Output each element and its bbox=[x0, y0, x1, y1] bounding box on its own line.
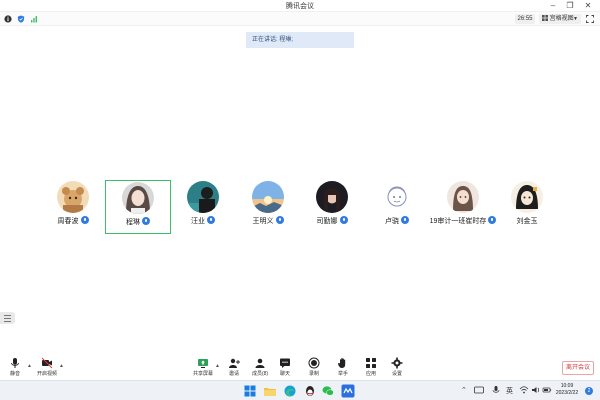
wechat-icon[interactable] bbox=[321, 384, 335, 398]
mic-on-icon bbox=[275, 216, 284, 224]
mic-on-icon bbox=[80, 216, 89, 224]
chevron-down-icon: ▼ bbox=[573, 16, 578, 22]
mute-button[interactable]: 静音 bbox=[0, 357, 30, 379]
speaking-indicator: 正在讲话: 程琳; bbox=[246, 32, 354, 48]
view-mode-dropdown[interactable]: 宫格视图 ▼ bbox=[539, 14, 581, 24]
add-user-icon bbox=[229, 358, 240, 368]
meeting-info-bar: 26:55 宫格视图 ▼ bbox=[0, 12, 600, 26]
info-icon[interactable] bbox=[4, 15, 12, 23]
share-screen-button[interactable]: 共享屏幕 bbox=[188, 357, 218, 379]
avatar bbox=[381, 181, 413, 213]
participant-tile[interactable]: 王明义 bbox=[236, 180, 300, 234]
volume-icon[interactable] bbox=[531, 385, 541, 395]
avatar bbox=[511, 181, 543, 213]
gear-icon bbox=[391, 357, 403, 369]
system-clock[interactable]: 10:09 2023/2/22 bbox=[552, 383, 582, 397]
participant-name: 汪业 bbox=[191, 218, 205, 225]
microphone-icon bbox=[11, 358, 19, 368]
close-button[interactable]: ✕ bbox=[582, 1, 594, 11]
wifi-icon[interactable] bbox=[519, 385, 529, 395]
view-mode-label: 宫格视图 bbox=[549, 16, 574, 22]
participant-tile[interactable]: 19审计一班崔时存 bbox=[427, 180, 499, 234]
participant-name: 程琳 bbox=[126, 219, 140, 226]
participant-tile-active-speaker[interactable]: 程琳 bbox=[105, 180, 171, 234]
taskbar: ⌃ 英 10:09 2023/2/22 2 bbox=[0, 380, 600, 400]
qq-icon[interactable] bbox=[303, 384, 317, 398]
microphone-tray-icon[interactable] bbox=[491, 385, 501, 395]
avatar bbox=[316, 181, 348, 213]
avatar bbox=[122, 182, 154, 214]
mic-on-icon bbox=[339, 216, 348, 224]
participant-tile[interactable]: 汪业 bbox=[171, 180, 235, 234]
participant-name: 19审计一班崔时存 bbox=[429, 218, 487, 225]
video-off-icon bbox=[41, 357, 53, 369]
members-icon bbox=[255, 358, 265, 368]
meeting-window: 腾讯会议 – ❐ ✕ 26:55 宫格视图 ▼ 正在讲话: 程琳; 周春波 程琳… bbox=[0, 0, 600, 400]
participant-tile[interactable]: 司勤娜 bbox=[300, 180, 364, 234]
meeting-timer: 26:55 bbox=[515, 14, 535, 24]
participant-name: 刘金玉 bbox=[516, 218, 538, 225]
chat-icon bbox=[280, 358, 290, 368]
notification-badge[interactable]: 2 bbox=[585, 387, 593, 395]
settings-button[interactable]: 设置 bbox=[382, 357, 412, 379]
keyboard-icon[interactable] bbox=[474, 385, 484, 395]
mic-on-icon bbox=[142, 217, 150, 225]
tray-overflow-chevron-icon[interactable]: ⌃ bbox=[461, 386, 467, 394]
avatar bbox=[187, 181, 219, 213]
edge-browser-icon[interactable] bbox=[283, 384, 297, 398]
maximize-button[interactable]: ❐ bbox=[564, 1, 576, 11]
grid-view-icon bbox=[542, 15, 548, 21]
start-video-button[interactable]: 开启视频 bbox=[32, 357, 62, 379]
window-title: 腾讯会议 bbox=[286, 3, 314, 10]
mic-on-icon bbox=[401, 216, 409, 224]
title-bar: 腾讯会议 – ❐ ✕ bbox=[0, 0, 600, 12]
avatar bbox=[57, 181, 89, 213]
leave-meeting-button[interactable]: 离开会议 bbox=[562, 361, 594, 375]
chat-panel-toggle[interactable] bbox=[0, 312, 15, 324]
participant-name: 王明义 bbox=[252, 218, 274, 225]
clock-time: 10:09 bbox=[560, 383, 574, 389]
meeting-toolbar: 静音 ▲ 开启视频 ▲ 共享屏幕 ▲ 邀请 成员(8) 聊天 录制 举手 应用 … bbox=[0, 355, 600, 379]
participant-tile[interactable]: 刘金玉 bbox=[495, 180, 559, 234]
avatar bbox=[447, 181, 479, 213]
participant-name: 周春波 bbox=[57, 218, 79, 225]
participant-name: 卢骁 bbox=[385, 218, 399, 225]
security-shield-icon[interactable] bbox=[17, 15, 25, 23]
participant-name: 司勤娜 bbox=[316, 218, 338, 225]
participant-tile[interactable]: 卢骁 bbox=[365, 180, 429, 234]
minimize-button[interactable]: – bbox=[547, 1, 559, 11]
battery-icon[interactable] bbox=[542, 385, 552, 395]
fullscreen-icon[interactable] bbox=[586, 15, 594, 23]
clock-date: 2023/2/22 bbox=[555, 390, 579, 396]
record-icon bbox=[308, 357, 320, 369]
windows-start-icon[interactable] bbox=[243, 384, 257, 398]
participant-tile[interactable]: 周春波 bbox=[41, 180, 105, 234]
mic-on-icon bbox=[207, 216, 215, 224]
signal-strength-icon[interactable] bbox=[30, 15, 38, 23]
chat-button[interactable]: 聊天 bbox=[270, 357, 300, 379]
file-explorer-icon[interactable] bbox=[263, 384, 277, 398]
hand-icon bbox=[337, 358, 346, 368]
avatar bbox=[252, 181, 284, 213]
record-button[interactable]: 录制 bbox=[299, 357, 329, 379]
input-method-indicator[interactable]: 英 bbox=[506, 386, 513, 396]
video-options-chevron-icon[interactable]: ▲ bbox=[59, 363, 64, 369]
apps-grid-icon bbox=[366, 358, 376, 368]
share-screen-icon bbox=[198, 359, 208, 368]
tencent-meeting-icon[interactable] bbox=[341, 384, 355, 398]
raise-hand-button[interactable]: 举手 bbox=[328, 357, 358, 379]
